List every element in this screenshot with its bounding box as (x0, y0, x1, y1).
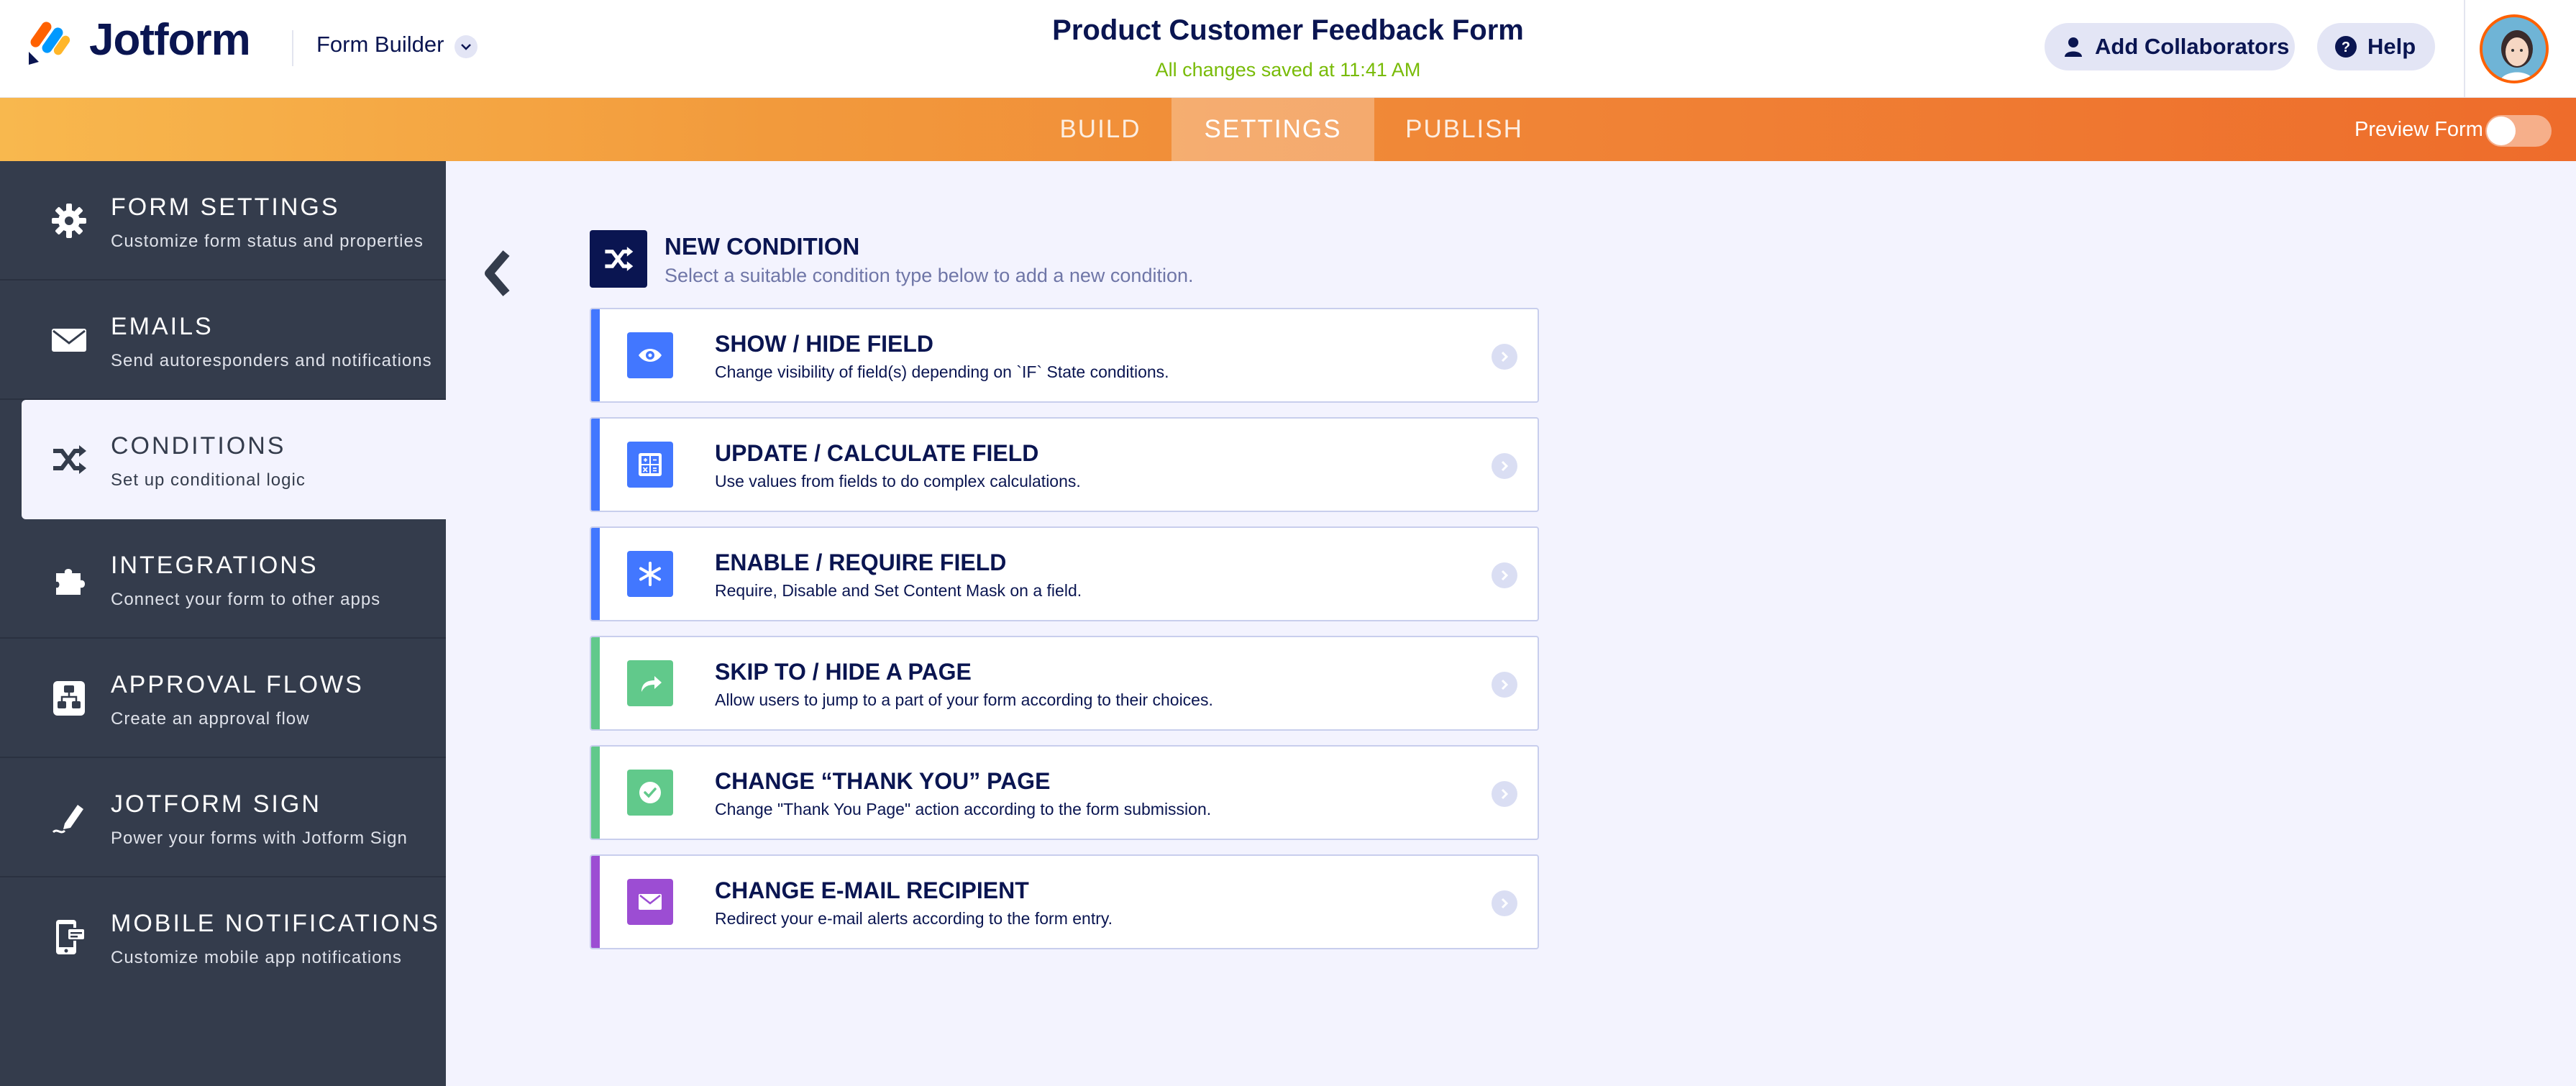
sidebar-item-title: FORM SETTINGS (111, 193, 340, 221)
tab-publish[interactable]: PUBLISH (1374, 98, 1554, 161)
envelope-icon (627, 879, 673, 925)
add-collaborators-label: Add Collaborators (2095, 34, 2290, 59)
new-condition-icon (590, 230, 647, 288)
asterisk-icon (627, 551, 673, 597)
help-button[interactable]: ? Help (2317, 23, 2435, 70)
toggle-knob (2487, 117, 2516, 145)
sidebar-item-emails[interactable]: EMAILS Send autoresponders and notificat… (0, 280, 446, 400)
chevron-right-icon (1492, 562, 1517, 588)
sidebar-item-title: APPROVAL FLOWS (111, 671, 364, 698)
condition-card-description: Change visibility of field(s) depending … (715, 362, 1169, 381)
chevron-right-icon (1492, 453, 1517, 479)
question-circle-icon: ? (2335, 36, 2357, 58)
preview-form-toggle[interactable] (2485, 115, 2552, 147)
chevron-right-icon (1492, 890, 1517, 916)
tab-build[interactable]: BUILD (1036, 98, 1165, 161)
sidebar-item-subtitle: Connect your form to other apps (111, 590, 381, 609)
brand-name: Jotform (89, 15, 251, 65)
envelope-icon (52, 329, 86, 352)
chevron-right-icon (1492, 344, 1517, 370)
card-accent-stripe (591, 747, 600, 839)
sidebar-item-title: MOBILE NOTIFICATIONS (111, 910, 440, 937)
chevron-right-icon (1492, 672, 1517, 698)
condition-card-title: SHOW / HIDE FIELD (715, 331, 933, 357)
settings-sidebar: FORM SETTINGS Customize form status and … (0, 161, 446, 1086)
gear-icon (52, 204, 86, 238)
page-title: NEW CONDITION (664, 233, 860, 260)
condition-card-description: Require, Disable and Set Content Mask on… (715, 581, 1082, 600)
back-chevron-icon[interactable] (480, 247, 515, 299)
condition-card-description: Redirect your e-mail alerts according to… (715, 909, 1113, 928)
avatar[interactable] (2480, 14, 2549, 83)
condition-card-description: Change "Thank You Page" action according… (715, 800, 1212, 818)
sidebar-item-jotform-sign[interactable]: JOTFORM SIGN Power your forms with Jotfo… (0, 758, 446, 877)
mobile-icon (56, 920, 86, 954)
page-subtitle: Select a suitable condition type below t… (664, 265, 1194, 286)
eye-icon (627, 332, 673, 378)
sidebar-item-subtitle: Set up conditional logic (111, 470, 306, 490)
condition-card-thank-you-page[interactable]: CHANGE “THANK YOU” PAGE Change "Thank Yo… (590, 745, 1539, 840)
top-bar: Jotform Form Builder Product Customer Fe… (0, 0, 2576, 98)
condition-card-skip-page[interactable]: SKIP TO / HIDE A PAGE Allow users to jum… (590, 636, 1539, 731)
share-arrow-icon (627, 660, 673, 706)
card-accent-stripe (591, 419, 600, 511)
sidebar-item-subtitle: Power your forms with Jotform Sign (111, 829, 408, 848)
sidebar-item-conditions[interactable]: CONDITIONS Set up conditional logic (22, 400, 446, 519)
user-icon (2065, 37, 2082, 57)
sidebar-item-mobile-notifications[interactable]: MOBILE NOTIFICATIONS Customize mobile ap… (0, 877, 446, 997)
condition-card-description: Use values from fields to do complex cal… (715, 472, 1081, 490)
condition-card-description: Allow users to jump to a part of your fo… (715, 690, 1213, 709)
preview-form-label: Preview Form (2355, 118, 2483, 141)
card-accent-stripe (591, 637, 600, 729)
sidebar-item-title: INTEGRATIONS (111, 552, 319, 579)
card-accent-stripe (591, 528, 600, 620)
condition-card-title: SKIP TO / HIDE A PAGE (715, 659, 972, 685)
condition-card-enable-require[interactable]: ENABLE / REQUIRE FIELD Require, Disable … (590, 526, 1539, 621)
header-divider (292, 30, 293, 66)
shuffle-icon (53, 445, 86, 474)
sidebar-item-title: EMAILS (111, 313, 214, 340)
sidebar-item-title: JOTFORM SIGN (111, 790, 321, 818)
save-status: All changes saved at 11:41 AM (1155, 59, 1421, 81)
main-nav-bar: BUILD SETTINGS PUBLISH Preview Form (0, 98, 2576, 161)
condition-card-show-hide[interactable]: SHOW / HIDE FIELD Change visibility of f… (590, 308, 1539, 403)
form-title[interactable]: Product Customer Feedback Form (928, 14, 1648, 47)
card-accent-stripe (591, 309, 600, 401)
pen-icon (52, 805, 83, 834)
avatar-illustration (2483, 17, 2546, 81)
jotform-logo-icon[interactable] (26, 19, 75, 68)
shuffle-icon (605, 247, 634, 271)
condition-card-update-calculate[interactable]: UPDATE / CALCULATE FIELD Use values from… (590, 417, 1539, 512)
puzzle-icon (56, 569, 85, 595)
condition-card-title: CHANGE “THANK YOU” PAGE (715, 768, 1051, 794)
sidebar-item-subtitle: Customize form status and properties (111, 232, 424, 251)
tab-settings[interactable]: SETTINGS (1171, 98, 1374, 161)
sidebar-item-form-settings[interactable]: FORM SETTINGS Customize form status and … (0, 161, 446, 280)
header-divider-right (2464, 0, 2465, 98)
flow-icon (53, 681, 85, 716)
add-collaborators-button[interactable]: Add Collaborators (2045, 23, 2295, 70)
condition-card-email-recipient[interactable]: CHANGE E-MAIL RECIPIENT Redirect your e-… (590, 854, 1539, 949)
sidebar-item-integrations[interactable]: INTEGRATIONS Connect your form to other … (0, 519, 446, 639)
condition-card-title: ENABLE / REQUIRE FIELD (715, 549, 1007, 575)
condition-card-title: UPDATE / CALCULATE FIELD (715, 440, 1039, 466)
sidebar-item-subtitle: Send autoresponders and notifications (111, 351, 432, 370)
chevron-right-icon (1492, 781, 1517, 807)
check-circle-icon (627, 770, 673, 816)
sidebar-item-subtitle: Create an approval flow (111, 709, 310, 729)
sidebar-item-subtitle: Customize mobile app notifications (111, 948, 402, 967)
chevron-down-icon[interactable] (455, 35, 478, 58)
svg-text:?: ? (2342, 40, 2350, 55)
form-builder-menu[interactable]: Form Builder (316, 32, 444, 58)
condition-card-title: CHANGE E-MAIL RECIPIENT (715, 877, 1029, 903)
sidebar-item-title: CONDITIONS (111, 432, 286, 460)
calculator-icon (627, 442, 673, 488)
help-label: Help (2367, 34, 2416, 59)
sidebar-item-approval-flows[interactable]: APPROVAL FLOWS Create an approval flow (0, 639, 446, 758)
card-accent-stripe (591, 856, 600, 948)
